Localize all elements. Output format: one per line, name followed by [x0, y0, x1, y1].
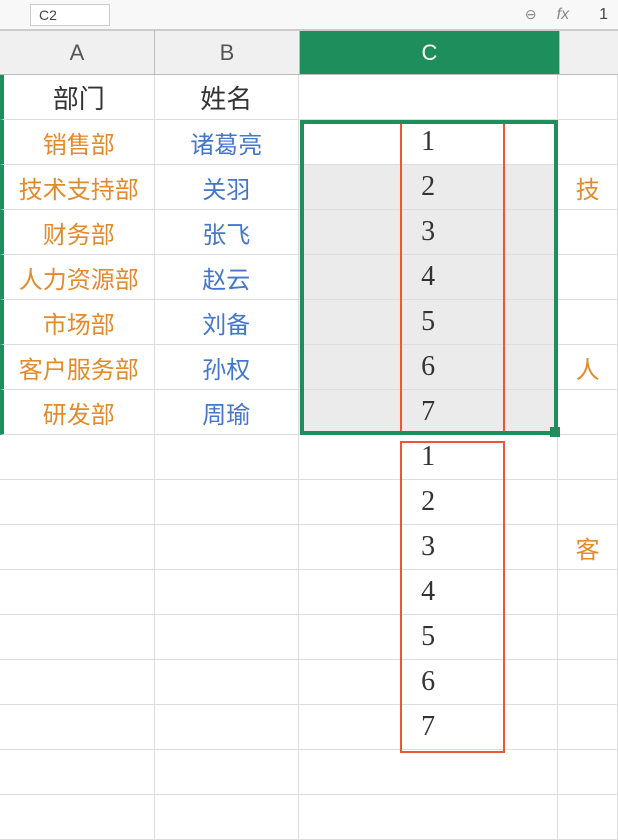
cell[interactable] [0, 525, 155, 570]
cell-c[interactable]: 2 [299, 165, 558, 210]
table-row: 研发部 周瑜 7 [0, 390, 618, 435]
name-box[interactable]: C2 [30, 4, 110, 26]
col-header-c[interactable]: C [300, 31, 560, 74]
cell-name[interactable]: 孙权 [155, 345, 300, 390]
cell[interactable] [155, 480, 300, 525]
cell[interactable] [558, 210, 618, 255]
cell[interactable] [155, 435, 300, 480]
cell[interactable]: 人 [558, 345, 618, 390]
zoom-out-icon[interactable]: ⊖ [525, 6, 537, 23]
cell-c[interactable]: 1 [299, 120, 558, 165]
cell[interactable] [0, 795, 155, 840]
table-row: 销售部 诸葛亮 1 [0, 120, 618, 165]
cell[interactable] [558, 435, 618, 480]
grid[interactable]: 部门 姓名 销售部 诸葛亮 1 技术支持部 关羽 2 技 财务部 张飞 3 人力… [0, 75, 618, 840]
table-row: 6 [0, 660, 618, 705]
col-header-a[interactable]: A [0, 31, 155, 74]
table-row: 市场部 刘备 5 [0, 300, 618, 345]
cell[interactable] [0, 750, 155, 795]
col-header-b[interactable]: B [155, 31, 300, 74]
cell-c[interactable]: 1 [299, 435, 558, 480]
cell[interactable] [558, 750, 618, 795]
cell[interactable] [558, 705, 618, 750]
cell-name[interactable]: 张飞 [155, 210, 300, 255]
cell[interactable] [155, 795, 300, 840]
cell-c[interactable]: 7 [299, 390, 558, 435]
cell-name[interactable]: 关羽 [155, 165, 300, 210]
cell[interactable] [558, 120, 618, 165]
cell-name[interactable]: 诸葛亮 [155, 120, 300, 165]
cell[interactable] [558, 570, 618, 615]
cell-c[interactable]: 5 [299, 615, 558, 660]
formula-value[interactable]: 1 [599, 6, 608, 24]
header-dept[interactable]: 部门 [0, 75, 155, 120]
cell-dept[interactable]: 客户服务部 [0, 345, 155, 390]
cell-c[interactable]: 4 [299, 255, 558, 300]
cell-c[interactable]: 4 [299, 570, 558, 615]
table-row: 1 [0, 435, 618, 480]
cell-c[interactable]: 6 [299, 660, 558, 705]
cell[interactable] [558, 480, 618, 525]
cell[interactable] [155, 570, 300, 615]
cell[interactable] [0, 435, 155, 480]
table-row: 3 客 [0, 525, 618, 570]
table-row: 技术支持部 关羽 2 技 [0, 165, 618, 210]
table-row: 部门 姓名 [0, 75, 618, 120]
cell[interactable] [155, 525, 300, 570]
spreadsheet[interactable]: A B C 部门 姓名 销售部 诸葛亮 1 技术支持部 关羽 2 技 财务部 张… [0, 30, 618, 840]
cell[interactable] [558, 660, 618, 705]
cell-c[interactable]: 7 [299, 705, 558, 750]
cell-name[interactable]: 刘备 [155, 300, 300, 345]
cell[interactable] [558, 795, 618, 840]
cell-c[interactable]: 3 [299, 210, 558, 255]
cell[interactable] [558, 255, 618, 300]
table-row: 7 [0, 705, 618, 750]
cell-name[interactable]: 周瑜 [155, 390, 300, 435]
cell-c[interactable]: 3 [299, 525, 558, 570]
cell-dept[interactable]: 人力资源部 [0, 255, 155, 300]
cell-dept[interactable]: 销售部 [0, 120, 155, 165]
cell[interactable] [299, 75, 558, 120]
cell-dept[interactable]: 市场部 [0, 300, 155, 345]
cell-dept[interactable]: 研发部 [0, 390, 155, 435]
table-row: 客户服务部 孙权 6 人 [0, 345, 618, 390]
fx-icon[interactable]: fx [557, 6, 569, 24]
cell-c[interactable]: 5 [299, 300, 558, 345]
table-row [0, 750, 618, 795]
cell-c[interactable]: 2 [299, 480, 558, 525]
cell[interactable] [155, 705, 300, 750]
cell[interactable] [0, 660, 155, 705]
cell[interactable] [558, 75, 618, 120]
cell[interactable] [0, 480, 155, 525]
table-row: 5 [0, 615, 618, 660]
cell[interactable] [155, 750, 300, 795]
cell-dept[interactable]: 技术支持部 [0, 165, 155, 210]
column-headers: A B C [0, 30, 618, 75]
cell[interactable]: 客 [558, 525, 618, 570]
cell[interactable] [558, 390, 618, 435]
cell[interactable] [558, 300, 618, 345]
cell[interactable] [0, 705, 155, 750]
cell-dept[interactable]: 财务部 [0, 210, 155, 255]
table-row: 4 [0, 570, 618, 615]
cell[interactable] [0, 570, 155, 615]
cell[interactable] [299, 750, 558, 795]
table-row: 财务部 张飞 3 [0, 210, 618, 255]
table-row [0, 795, 618, 840]
cell[interactable] [558, 615, 618, 660]
cell[interactable]: 技 [558, 165, 618, 210]
cell[interactable] [155, 660, 300, 705]
cell[interactable] [0, 615, 155, 660]
cell-c[interactable]: 6 [299, 345, 558, 390]
table-row: 人力资源部 赵云 4 [0, 255, 618, 300]
cell[interactable] [155, 615, 300, 660]
header-name[interactable]: 姓名 [155, 75, 300, 120]
cell-name[interactable]: 赵云 [155, 255, 300, 300]
formula-bar: C2 ⊖ fx 1 [0, 0, 618, 30]
table-row: 2 [0, 480, 618, 525]
cell[interactable] [299, 795, 558, 840]
